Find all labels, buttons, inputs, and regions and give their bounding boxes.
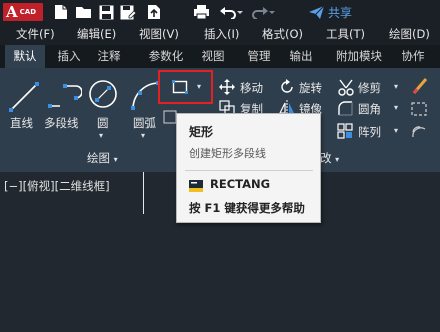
print-icon[interactable] <box>192 3 210 21</box>
line-tool-icon[interactable] <box>7 80 41 118</box>
save-as-icon[interactable] <box>119 3 137 21</box>
menu-draw[interactable]: 绘图(D) <box>389 26 430 43</box>
circle-tool-icon[interactable] <box>87 78 119 114</box>
hatch-tool-icon[interactable] <box>163 109 177 128</box>
draw-panel-dropdown-icon: ▾ <box>113 155 118 164</box>
tab-collaborate[interactable]: 协作 <box>395 45 431 68</box>
app-logo-text: CAD <box>19 8 37 16</box>
app-logo-letter: A <box>6 3 18 21</box>
tab-insert[interactable]: 插入 <box>51 45 87 68</box>
tooltip-help: 按 F1 键获得更多帮助 <box>189 201 305 215</box>
rectangle-tooltip: 矩形 创建矩形多段线 RECTANG 按 F1 键获得更多帮助 <box>176 113 321 223</box>
rectangle-highlight-box <box>158 70 213 104</box>
array-icon[interactable] <box>337 123 353 143</box>
open-folder-icon[interactable] <box>74 3 92 21</box>
share-button[interactable]: 共享 <box>308 3 352 21</box>
erase-icon[interactable] <box>410 77 430 99</box>
send-icon <box>309 5 325 19</box>
fillet-label[interactable]: 圆角 <box>358 101 381 117</box>
tooltip-description: 创建矩形多段线 <box>189 147 266 160</box>
tab-default[interactable]: 默认 <box>5 45 45 68</box>
share-label: 共享 <box>328 5 353 20</box>
trim-dropdown-icon[interactable]: ▾ <box>394 82 398 91</box>
command-icon <box>189 177 203 192</box>
tab-view[interactable]: 视图 <box>195 45 231 68</box>
polyline-tool-icon[interactable] <box>46 80 83 118</box>
draw-panel-title[interactable]: 绘图 ▾ <box>87 150 118 166</box>
modify-panel-title[interactable]: 改 ▾ <box>320 150 339 166</box>
array-dropdown-icon[interactable]: ▾ <box>394 126 398 135</box>
tooltip-title: 矩形 <box>189 125 214 139</box>
crosshair-cursor <box>143 172 144 214</box>
polyline-tool-label[interactable]: 多段线 <box>44 115 79 131</box>
ribbon-tabs: 默认 插入 注释 参数化 视图 管理 输出 附加模块 协作 <box>0 45 440 68</box>
trim-icon[interactable] <box>337 78 355 100</box>
menu-tools[interactable]: 工具(T) <box>326 26 365 43</box>
tooltip-divider <box>185 170 313 171</box>
tab-addons[interactable]: 附加模块 <box>329 45 389 68</box>
trim-label[interactable]: 修剪 <box>358 80 381 96</box>
tab-manage[interactable]: 管理 <box>241 45 277 68</box>
array-label[interactable]: 阵列 <box>358 124 381 140</box>
undo-icon[interactable] <box>218 3 244 21</box>
menu-edit[interactable]: 编辑(E) <box>77 26 116 43</box>
menu-view[interactable]: 视图(V) <box>139 26 179 43</box>
menu-insert[interactable]: 插入(I) <box>204 26 239 43</box>
tab-annotate[interactable]: 注释 <box>91 45 127 68</box>
tab-parametric[interactable]: 参数化 <box>141 45 191 68</box>
menu-format[interactable]: 格式(O) <box>262 26 303 43</box>
menu-file[interactable]: 文件(F) <box>16 26 55 43</box>
fillet-icon[interactable] <box>337 100 353 120</box>
modify-panel-title-text: 改 <box>320 151 332 165</box>
circle-tool-label[interactable]: 圆 <box>97 115 109 131</box>
menu-bar: 文件(F) 编辑(E) 视图(V) 插入(I) 格式(O) 工具(T) 绘图(D… <box>0 24 440 45</box>
rotate-label[interactable]: 旋转 <box>299 80 322 96</box>
app-logo[interactable]: A CAD <box>3 3 43 21</box>
arc-dropdown-icon[interactable]: ▾ <box>141 131 145 140</box>
rotate-icon[interactable] <box>279 79 295 99</box>
upload-icon[interactable] <box>145 3 163 21</box>
save-icon[interactable] <box>97 3 115 21</box>
modify-panel-dropdown-icon: ▾ <box>335 155 340 164</box>
arc-tool-icon[interactable] <box>128 78 162 116</box>
viewport-controls-label[interactable]: [−][俯视][二维线框] <box>4 178 110 194</box>
draw-panel-title-text: 绘图 <box>87 151 110 165</box>
explode-icon[interactable] <box>411 101 427 120</box>
redo-icon[interactable] <box>250 3 276 21</box>
move-label[interactable]: 移动 <box>240 80 263 96</box>
move-icon[interactable] <box>219 79 235 99</box>
tab-output[interactable]: 输出 <box>283 45 319 68</box>
tooltip-command: RECTANG <box>210 177 271 191</box>
fillet-dropdown-icon[interactable]: ▾ <box>394 103 398 112</box>
new-file-icon[interactable] <box>52 3 70 21</box>
offset-icon[interactable] <box>411 124 427 143</box>
arc-tool-label[interactable]: 圆弧 <box>133 115 156 131</box>
quick-access-toolbar: A CAD 共享 <box>0 0 440 24</box>
circle-dropdown-icon[interactable]: ▾ <box>99 131 103 140</box>
line-tool-label[interactable]: 直线 <box>10 115 33 131</box>
